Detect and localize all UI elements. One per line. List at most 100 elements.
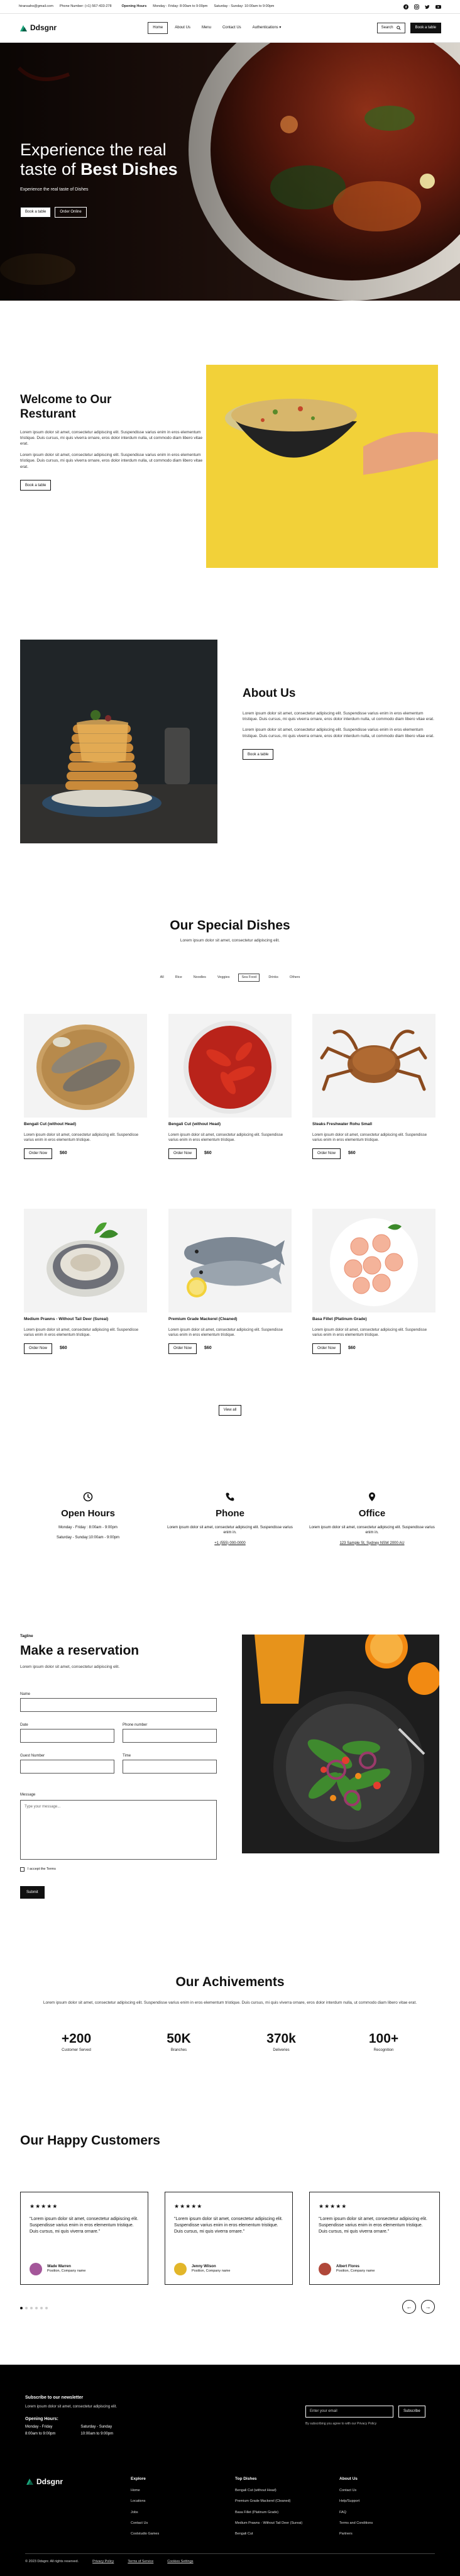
footer-link[interactable]: Medium Prawns - Without Tail Deer (Surea… [235,2521,302,2526]
footer-weekend-days: Saturday - Sunday [80,2424,112,2429]
about-book-button[interactable]: Book a table [243,749,274,760]
dish-price: $60 [204,1151,212,1156]
terms-link[interactable]: Terms of Service [128,2560,153,2564]
order-now-button[interactable]: Order Now [24,1148,53,1159]
terms-checkbox[interactable] [20,1867,25,1872]
order-now-button[interactable]: Order Now [168,1343,197,1354]
footer-link[interactable]: Contact Us [131,2521,159,2526]
tab-sea-food[interactable]: Sea Food [238,974,260,982]
hero-order-button[interactable]: Order Online [55,206,87,218]
carousel-next-button[interactable]: → [421,2300,435,2314]
footer-link[interactable]: Terms and Conditions [339,2521,373,2526]
footer-link[interactable]: FAQ [339,2511,373,2515]
phone-input[interactable] [123,1729,217,1743]
info-title: Open Hours [61,1508,115,1519]
guest-number-input[interactable] [20,1760,114,1774]
carousel-dot[interactable] [40,2307,43,2309]
chevron-down-icon: ▾ [279,26,282,30]
footer-link[interactable]: Basa Fillet (Platinum Grade) [235,2511,302,2515]
footer-link[interactable]: Contact Us [339,2489,373,2493]
message-label: Message [20,1793,36,1797]
welcome-paragraph-1: Lorem ipsum dolor sit amet, consectetur … [20,430,203,447]
achievements-title: Our Achivements [175,1975,285,1989]
newsletter-title: Subscribe to our newsletter [25,2396,84,2400]
nav-contact[interactable]: Contact Us [218,23,246,33]
carousel-dot[interactable] [35,2307,38,2309]
achievements-text: Lorem ipsum dolor sit amet, consectetur … [43,2001,417,2006]
cookies-link[interactable]: Cookies Settings [167,2560,193,2564]
hero-title-bold: Best Dishes [80,160,178,179]
logo-text: Ddsgnr [30,23,57,33]
youtube-icon[interactable] [435,4,441,9]
message-textarea[interactable]: Type your message... [20,1800,217,1860]
hero: Experience the real taste of Best Dishes… [0,43,460,301]
info-phone-link[interactable]: +1 (555) 000-0000 [167,1541,293,1546]
order-now-button[interactable]: Order Now [312,1343,341,1354]
nav-authentications[interactable]: Authentications ▾ [248,23,286,33]
dish-name: Steaks Freshwater Rohu Small [312,1122,373,1126]
order-now-button[interactable]: Order Now [168,1148,197,1159]
order-now-button[interactable]: Order Now [312,1148,341,1159]
message-placeholder: Type your message... [25,1805,61,1809]
info-line-1: Monday - Friday : 8:00am - 9:00pm [58,1526,118,1530]
subscribe-button[interactable]: Subscribe [398,2406,425,2418]
order-now-button[interactable]: Order Now [24,1343,53,1354]
nav-about[interactable]: About Us [170,23,195,33]
rating-stars: ★★★★★ [30,2203,58,2209]
about-paragraph-1: Lorem ipsum dolor sit amet, consectetur … [243,711,434,722]
name-input[interactable] [20,1698,217,1712]
tab-all[interactable]: All [158,974,167,981]
footer-link[interactable]: Bengali Cut [235,2532,302,2536]
footer-link[interactable]: Partners [339,2532,373,2536]
tab-noodles[interactable]: Noodles [191,974,209,981]
info-title: Phone [216,1508,244,1519]
privacy-link[interactable]: Privacy Policy [92,2560,114,2564]
time-input[interactable] [123,1760,217,1774]
carousel-prev-button[interactable]: ← [402,2300,416,2314]
dish-price: $60 [348,1346,356,1351]
carousel-dot[interactable] [30,2307,33,2309]
footer-link[interactable]: Coolstudio Games [131,2532,159,2536]
search-field[interactable]: Search [376,23,405,33]
welcome-book-button[interactable]: Book a table [20,480,52,491]
carousel-dot[interactable] [45,2307,48,2309]
hero-book-button[interactable]: Book a table [20,206,52,218]
twitter-icon[interactable] [425,4,430,9]
footer-link[interactable]: Jobs [131,2511,159,2515]
topbar-phone[interactable]: Phone Number: (+1) 567-433-278 [60,4,112,9]
footer-link[interactable]: Home [131,2489,159,2493]
newsletter-email-input[interactable]: Enter your email [305,2406,393,2418]
info-line-2: Saturday - Sunday:10:00am - 9:00pm [56,1536,120,1540]
phone-label: Phone number [123,1723,148,1727]
instagram-icon[interactable] [414,4,419,9]
testimonial-card: ★★★★★ "Lorem ipsum dolor sit amet, conse… [309,2192,440,2285]
footer-link[interactable]: Locations [131,2499,159,2504]
about-image [20,640,217,843]
submit-button[interactable]: Submit [20,1886,45,1899]
logo[interactable]: Ddsgnr [19,23,57,33]
topbar-email[interactable]: hiransaho@gmail.com [19,4,53,9]
avatar [174,2263,187,2275]
footer-link[interactable]: Bengali Cut (without Head) [235,2489,302,2493]
tab-others[interactable]: Others [287,974,303,981]
nav-menu[interactable]: Menu [197,23,216,33]
view-all-button[interactable]: View all [218,1405,242,1416]
footer-logo[interactable]: Ddsgnr [25,2477,63,2487]
tab-drinks[interactable]: Drinks [266,974,281,981]
book-table-button[interactable]: Book a table [410,23,441,33]
tab-veggies[interactable]: Veggies [215,974,233,981]
tab-rice[interactable]: Rice [173,974,185,981]
rating-stars: ★★★★★ [319,2203,348,2209]
date-input[interactable] [20,1729,114,1743]
carousel-dot[interactable] [25,2307,28,2309]
dish-name: Medium Prawns - Without Tail Deer (Surea… [24,1317,109,1321]
arrow-right-icon: → [425,2303,431,2310]
nav-home[interactable]: Home [148,22,168,34]
reservation-title: Make a reservation [20,1643,140,1658]
carousel-dot-active[interactable] [20,2307,23,2309]
footer-link[interactable]: Premium Grade Mackerel (Cleaned) [235,2499,302,2504]
facebook-icon[interactable] [403,4,408,9]
info-address-link[interactable]: 123 Sample St, Sydney NSW 2000 AU [309,1541,435,1546]
footer-link[interactable]: Help/Support [339,2499,373,2504]
arrow-left-icon: ← [406,2303,412,2310]
